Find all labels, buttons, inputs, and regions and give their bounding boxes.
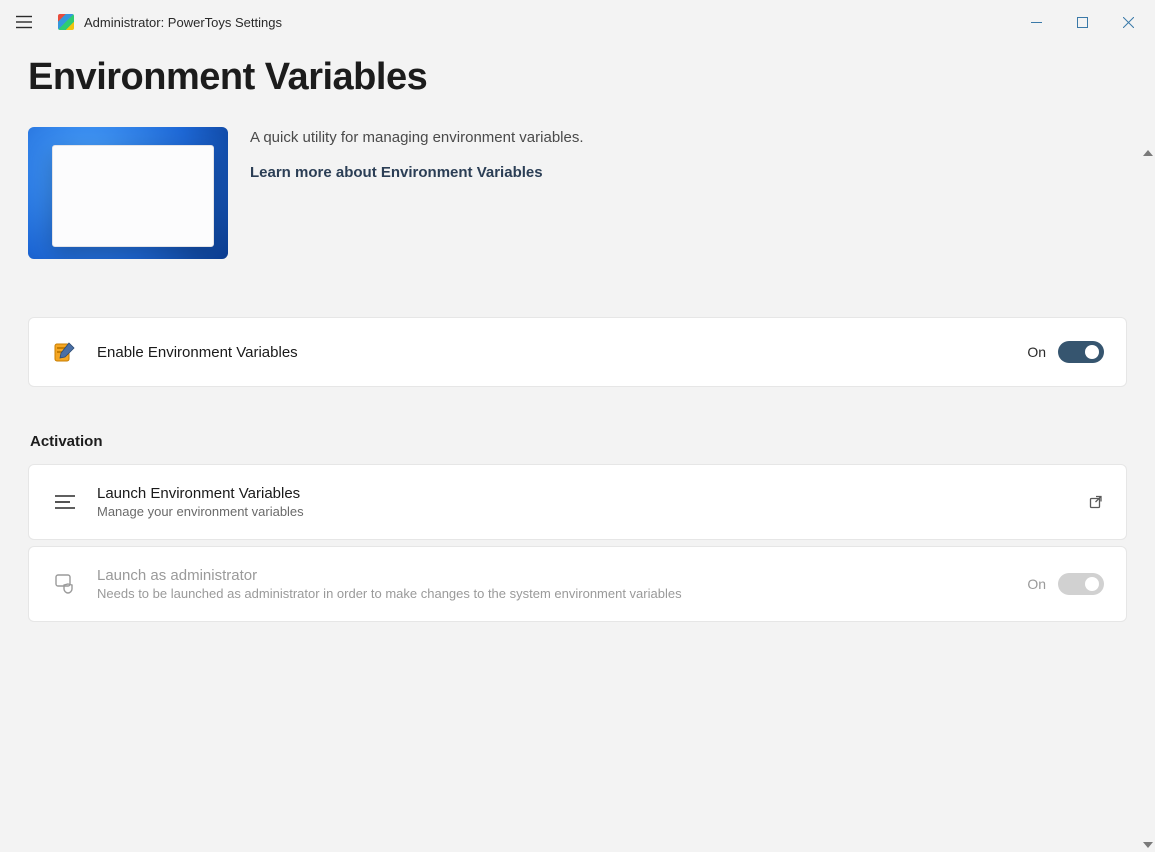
- scrollbar[interactable]: [1141, 44, 1155, 852]
- hero-text: A quick utility for managing environment…: [250, 127, 584, 259]
- open-external-icon[interactable]: [1088, 494, 1104, 510]
- hero-thumbnail: [28, 127, 228, 259]
- scroll-down-icon: [1143, 842, 1153, 848]
- hero-description: A quick utility for managing environment…: [250, 129, 584, 146]
- close-button[interactable]: [1105, 6, 1151, 38]
- launch-title: Launch Environment Variables: [97, 485, 1070, 502]
- title-bar: Administrator: PowerToys Settings: [0, 0, 1155, 44]
- maximize-icon: [1077, 17, 1088, 28]
- enable-toggle[interactable]: [1058, 341, 1104, 363]
- scroll-up-icon: [1143, 150, 1153, 156]
- activation-section-label: Activation: [30, 433, 1127, 450]
- admin-card: Launch as administrator Needs to be laun…: [28, 546, 1127, 622]
- menu-button[interactable]: [4, 2, 44, 42]
- launch-subtitle: Manage your environment variables: [97, 504, 1070, 519]
- minimize-icon: [1031, 17, 1042, 28]
- envvar-tool-icon: [51, 338, 79, 366]
- maximize-button[interactable]: [1059, 6, 1105, 38]
- close-icon: [1123, 17, 1134, 28]
- list-icon: [51, 488, 79, 516]
- launch-card[interactable]: Launch Environment Variables Manage your…: [28, 464, 1127, 540]
- enable-card: Enable Environment Variables On: [28, 317, 1127, 387]
- app-icon: [58, 14, 74, 30]
- content-area: Environment Variables A quick utility fo…: [0, 44, 1155, 852]
- shield-icon: [51, 570, 79, 598]
- admin-toggle-label: On: [1027, 576, 1046, 592]
- admin-subtitle: Needs to be launched as administrator in…: [97, 586, 1009, 601]
- learn-more-link[interactable]: Learn more about Environment Variables: [250, 164, 584, 181]
- admin-toggle-group: On: [1027, 573, 1104, 595]
- enable-title: Enable Environment Variables: [97, 344, 1009, 361]
- window-title: Administrator: PowerToys Settings: [84, 15, 282, 30]
- page-title: Environment Variables: [28, 56, 1127, 99]
- minimize-button[interactable]: [1013, 6, 1059, 38]
- enable-toggle-label: On: [1027, 344, 1046, 360]
- admin-title: Launch as administrator: [97, 567, 1009, 584]
- admin-toggle: [1058, 573, 1104, 595]
- window-controls: [1013, 6, 1151, 38]
- hamburger-icon: [15, 15, 33, 29]
- enable-toggle-group: On: [1027, 341, 1104, 363]
- hero-section: A quick utility for managing environment…: [28, 127, 1127, 259]
